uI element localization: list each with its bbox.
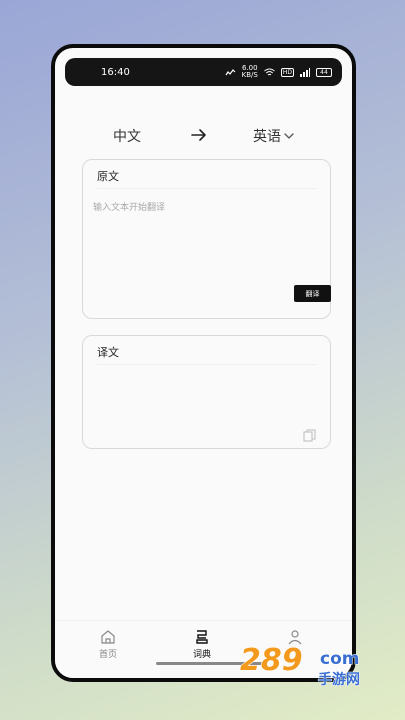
language-bar: 中文 英语: [55, 126, 352, 150]
home-indicator: [156, 662, 264, 665]
source-card-title: 原文: [97, 170, 119, 183]
network-speed: 6.00 KB/S: [242, 65, 258, 79]
result-card-title: 译文: [97, 346, 119, 359]
hd-badge: HD: [280, 67, 294, 77]
status-bar: 16:40 6.00 KB/S HD 44: [65, 58, 342, 86]
status-icons: 6.00 KB/S HD 44: [225, 65, 332, 79]
target-language-selector[interactable]: 英语: [253, 126, 295, 146]
wifi-icon: [264, 68, 275, 75]
source-text-card: 原文 翻译: [82, 159, 331, 319]
tab-dictionary[interactable]: 词典: [193, 629, 211, 660]
chevron-down-icon: [284, 133, 294, 139]
bottom-tab-bar: 首页 词典: [55, 620, 352, 678]
divider: [97, 364, 316, 365]
battery-icon: 44: [316, 67, 332, 77]
dictionary-icon: [196, 630, 208, 644]
tab-home[interactable]: 首页: [99, 629, 117, 660]
target-language-label: 英语: [253, 129, 281, 145]
phone-frame: 16:40 6.00 KB/S HD 44 中文 英语 原文 输入文本开始翻译 …: [51, 44, 356, 682]
divider: [97, 188, 316, 189]
network-speed-unit: KB/S: [241, 71, 258, 79]
tab-dictionary-label: 词典: [193, 650, 212, 660]
status-time: 16:40: [101, 66, 130, 78]
swap-arrow-icon[interactable]: [189, 125, 209, 145]
tab-home-label: 首页: [99, 650, 118, 660]
translation-result-card: 译文: [82, 335, 331, 449]
alarm-icon: [225, 68, 236, 75]
translate-button[interactable]: 翻译: [294, 285, 331, 302]
copy-icon[interactable]: [303, 429, 316, 442]
tab-profile[interactable]: [287, 629, 303, 647]
source-language-selector[interactable]: 中文: [113, 126, 141, 146]
home-icon: [101, 630, 115, 644]
source-text-input[interactable]: [93, 200, 321, 280]
signal-icon: [300, 67, 310, 77]
user-icon: [288, 630, 302, 645]
